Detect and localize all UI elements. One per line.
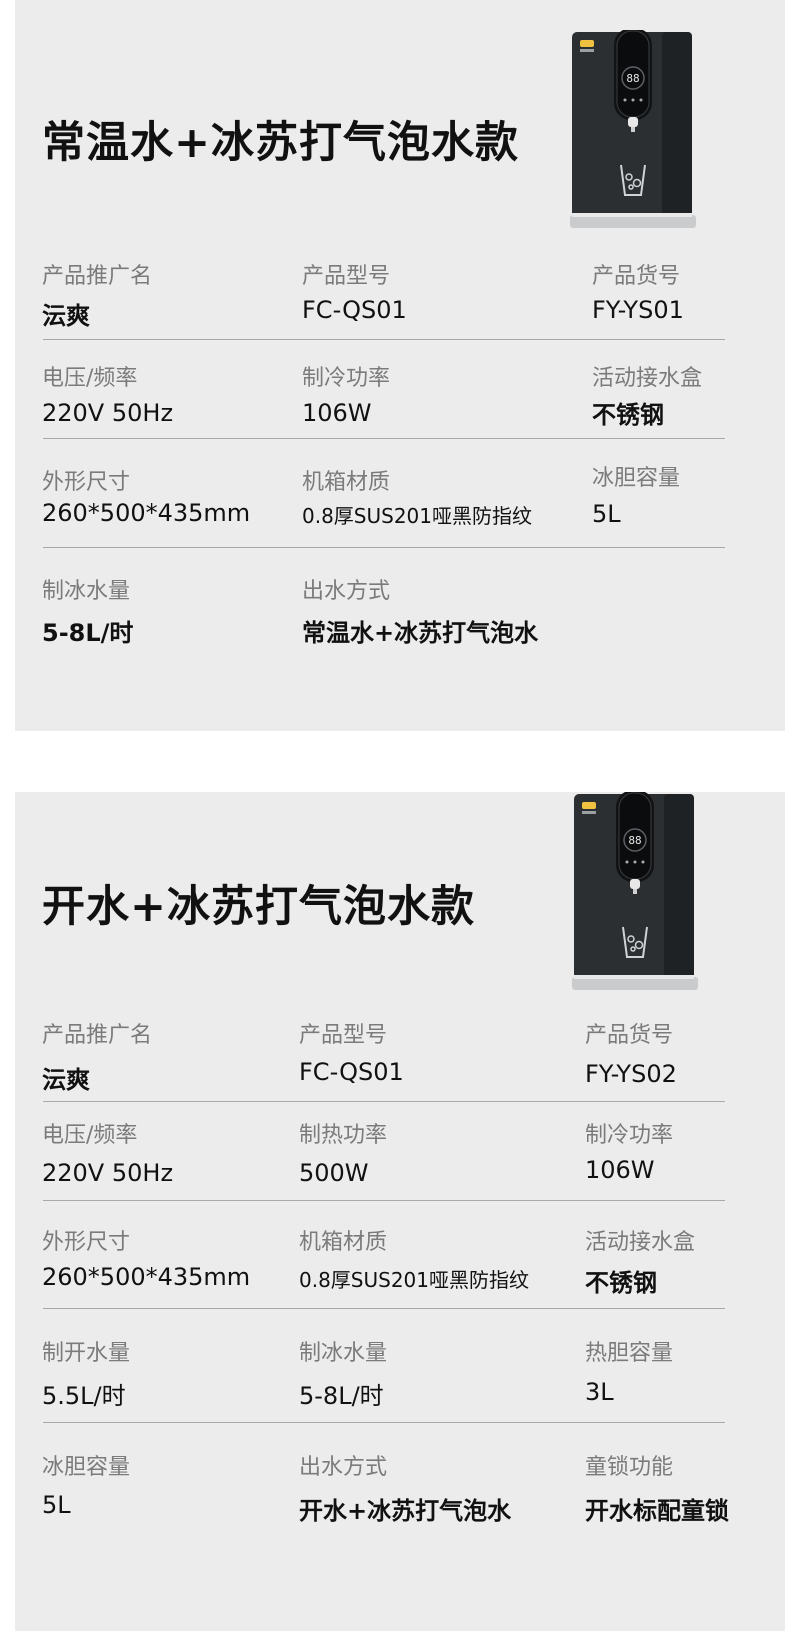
divider — [43, 547, 725, 548]
field-value: 220V 50Hz — [42, 1159, 174, 1187]
field-value: 260*500*435mm — [42, 1263, 251, 1291]
field-label: 制冷功率 — [585, 1123, 674, 1148]
field-label: 冰胆容量 — [592, 466, 681, 491]
field-value: 开水标配童锁 — [585, 1497, 729, 1525]
field-label: 制开水量 — [42, 1341, 131, 1366]
field-value: 5.5L/时 — [42, 1382, 126, 1410]
field-label: 外形尺寸 — [42, 470, 131, 495]
field-value: 220V 50Hz — [42, 399, 174, 427]
field-value: FC-QS01 — [299, 1058, 404, 1086]
field-value: 0.8厚SUS201哑黑防指纹 — [299, 1268, 530, 1292]
field-value: 5L — [592, 500, 621, 528]
field-value: FY-YS01 — [592, 296, 684, 324]
divider — [43, 1308, 725, 1309]
field-value: 常温水+冰苏打气泡水 — [302, 619, 539, 647]
field-label: 产品货号 — [592, 264, 681, 289]
water-dispenser-image — [572, 792, 702, 992]
divider — [43, 1422, 725, 1423]
field-label: 制热功率 — [299, 1123, 388, 1148]
field-value: 0.8厚SUS201哑黑防指纹 — [302, 504, 533, 528]
field-label: 产品货号 — [585, 1023, 674, 1048]
field-value: 106W — [585, 1156, 655, 1184]
card-title: 常温水+冰苏打气泡水款 — [42, 118, 520, 168]
field-value: 沄爽 — [42, 302, 90, 330]
divider — [43, 1200, 725, 1201]
field-label: 产品推广名 — [42, 1023, 153, 1048]
field-label: 童锁功能 — [585, 1455, 674, 1480]
field-value: FY-YS02 — [585, 1060, 677, 1088]
field-label: 产品型号 — [299, 1023, 388, 1048]
field-value: 开水+冰苏打气泡水 — [299, 1497, 512, 1525]
field-label: 机箱材质 — [302, 470, 391, 495]
field-value: 3L — [585, 1378, 614, 1406]
field-label: 活动接水盒 — [592, 366, 703, 391]
field-value: 260*500*435mm — [42, 499, 251, 527]
field-value: 500W — [299, 1159, 369, 1187]
field-label: 产品型号 — [302, 264, 391, 289]
field-label: 活动接水盒 — [585, 1230, 696, 1255]
field-label: 冰胆容量 — [42, 1455, 131, 1480]
spec-card-1: 常温水+冰苏打气泡水款 产品推广名 沄爽 产品型号 FC-QS01 产品货号 F… — [15, 0, 785, 731]
field-label: 外形尺寸 — [42, 1230, 131, 1255]
field-value: 不锈钢 — [585, 1269, 657, 1297]
water-dispenser-image — [570, 30, 700, 230]
field-label: 制冰水量 — [299, 1341, 388, 1366]
field-label: 制冷功率 — [302, 366, 391, 391]
field-label: 机箱材质 — [299, 1230, 388, 1255]
field-label: 电压/频率 — [42, 366, 138, 391]
field-label: 电压/频率 — [42, 1123, 138, 1148]
field-value: FC-QS01 — [302, 296, 407, 324]
field-value: 5-8L/时 — [42, 619, 134, 647]
field-label: 出水方式 — [302, 579, 391, 604]
field-value: 5-8L/时 — [299, 1382, 384, 1410]
spec-card-2: 开水+冰苏打气泡水款 产品推广名 沄爽 产品型号 FC-QS01 产品货号 FY… — [15, 792, 785, 1631]
field-value: 5L — [42, 1491, 71, 1519]
field-label: 热胆容量 — [585, 1341, 674, 1366]
field-value: 不锈钢 — [592, 401, 664, 429]
field-label: 产品推广名 — [42, 264, 153, 289]
card-title: 开水+冰苏打气泡水款 — [42, 882, 476, 932]
field-label: 制冰水量 — [42, 579, 131, 604]
field-value: 106W — [302, 399, 372, 427]
field-label: 出水方式 — [299, 1455, 388, 1480]
divider — [43, 1101, 725, 1102]
divider — [43, 339, 725, 340]
field-value: 沄爽 — [42, 1066, 90, 1094]
divider — [43, 438, 725, 439]
